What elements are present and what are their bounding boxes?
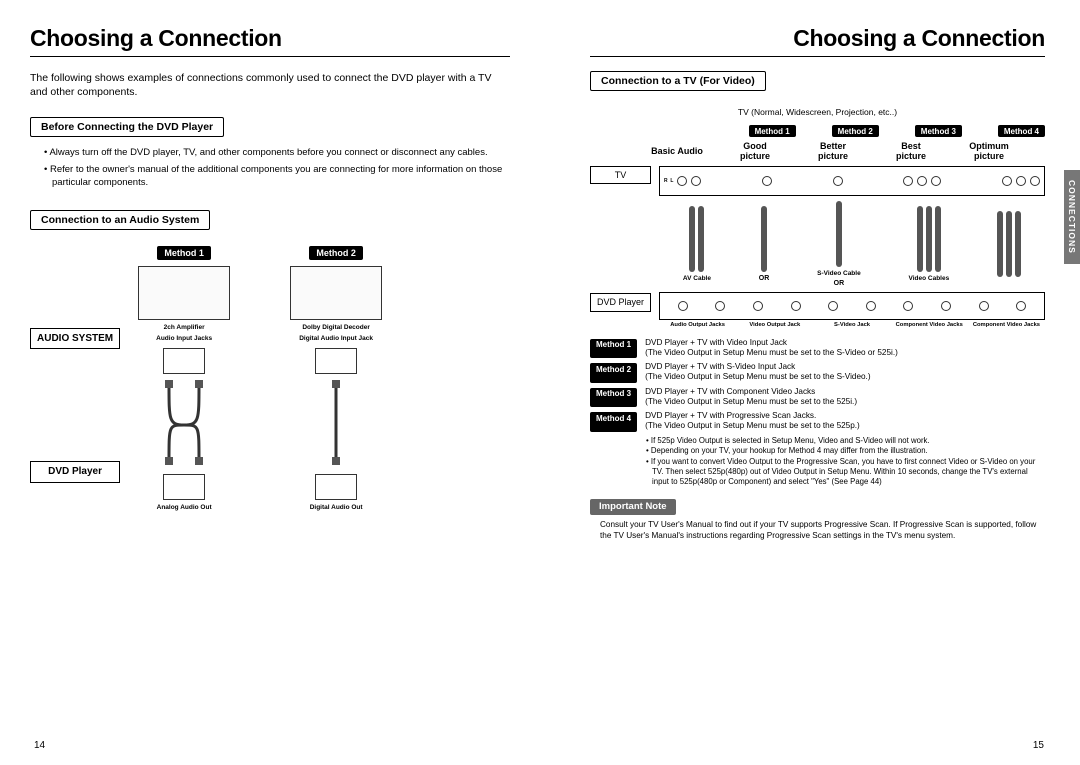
label-dvd-player-text: DVD Player bbox=[48, 466, 102, 477]
mdesc-tag-1: Method 1 bbox=[590, 339, 637, 359]
label-or-2: OR bbox=[834, 280, 845, 287]
jack-label-video: Video Output Jack bbox=[736, 322, 813, 328]
video-side-labels: TV DVD Player bbox=[590, 166, 651, 328]
audio-input-jack-box bbox=[163, 348, 205, 374]
caption-analog-out: Analog Audio Out bbox=[157, 504, 212, 511]
digital-input-jack-box bbox=[315, 348, 357, 374]
before-bullets: Always turn off the DVD player, TV, and … bbox=[44, 147, 510, 189]
quality-row: Basic Audio Goodpicture Betterpicture Be… bbox=[638, 141, 1045, 162]
section-tab-connections: CONNECTIONS bbox=[1064, 170, 1080, 264]
divider bbox=[590, 56, 1045, 57]
intro-text: The following shows examples of connecti… bbox=[30, 71, 510, 99]
jack-labels-row: Audio Output Jacks Video Output Jack S-V… bbox=[659, 322, 1045, 328]
digital-cable-illustration bbox=[296, 378, 376, 468]
label-svideo-cable: S-Video Cable bbox=[817, 270, 861, 277]
page-number-14: 14 bbox=[34, 740, 45, 751]
mdesc-tag-2: Method 2 bbox=[590, 363, 637, 383]
mdesc-tag-4: Method 4 bbox=[590, 412, 637, 432]
col-basic-audio: Basic Audio bbox=[638, 141, 716, 162]
method-tags-row: Method 1 Method 2 Method 3 Method 4 bbox=[710, 125, 1045, 137]
label-video-cables: Video Cables bbox=[909, 275, 950, 282]
video-diagram: TV DVD Player R L AV Cable OR S-Vid bbox=[590, 166, 1045, 328]
label-audio-system: AUDIO SYSTEM bbox=[30, 328, 120, 350]
label-dvd-text: DVD Player bbox=[597, 297, 644, 307]
col-optimum: Optimumpicture bbox=[950, 141, 1028, 162]
method-desc-3: Method 3 DVD Player + TV with Component … bbox=[590, 387, 1045, 408]
divider bbox=[30, 56, 510, 57]
analog-out-jack-box bbox=[163, 474, 205, 500]
heading-audio-system: Connection to an Audio System bbox=[30, 210, 210, 230]
heading-before-connecting: Before Connecting the DVD Player bbox=[30, 117, 224, 137]
video-diagram-main: R L AV Cable OR S-Video Cable OR Video Ca… bbox=[659, 166, 1045, 328]
label-or-1: OR bbox=[759, 275, 770, 282]
audio-col-1: Method 1 2ch Amplifier Audio Input Jacks bbox=[138, 246, 230, 511]
label-av-cable: AV Cable bbox=[683, 275, 711, 282]
jack-label-component-2: Component Video Jacks bbox=[968, 322, 1045, 328]
note-1: If 525p Video Output is selected in Setu… bbox=[646, 436, 1045, 446]
caption-2ch: 2ch Amplifier bbox=[164, 324, 205, 331]
dvd-ports-box bbox=[659, 292, 1045, 320]
note-3: If you want to convert Video Output to t… bbox=[646, 457, 1045, 486]
method-2-tag: Method 2 bbox=[309, 246, 363, 260]
method-desc-4: Method 4 DVD Player + TV with Progressiv… bbox=[590, 411, 1045, 432]
amplifier-illustration bbox=[138, 266, 230, 320]
caption-audio-in: Audio Input Jacks bbox=[156, 335, 212, 342]
cables-area: AV Cable OR S-Video Cable OR Video Cables bbox=[659, 196, 1045, 292]
audio-col-2: Method 2 Dolby Digital Decoder Digital A… bbox=[290, 246, 382, 511]
label-dvd: DVD Player bbox=[590, 293, 651, 311]
analog-cable-illustration bbox=[144, 378, 224, 468]
heading-video-connection: Connection to a TV (For Video) bbox=[590, 71, 766, 91]
col-good: Goodpicture bbox=[716, 141, 794, 162]
audio-diagram: AUDIO SYSTEM DVD Player Method 1 2ch Amp… bbox=[30, 246, 510, 511]
mdesc-tag-3: Method 3 bbox=[590, 388, 637, 408]
caption-digital-in: Digital Audio Input Jack bbox=[299, 335, 373, 342]
page-title-right: Choosing a Connection bbox=[590, 25, 1045, 52]
col-better: Betterpicture bbox=[794, 141, 872, 162]
page-14: Choosing a Connection The following show… bbox=[0, 0, 540, 765]
method-tag-2: Method 2 bbox=[832, 125, 879, 137]
method-desc-2: Method 2 DVD Player + TV with S-Video In… bbox=[590, 362, 1045, 383]
jack-label-svideo: S-Video Jack bbox=[813, 322, 890, 328]
digital-out-jack-box bbox=[315, 474, 357, 500]
note-2: Depending on your TV, your hookup for Me… bbox=[646, 446, 1045, 456]
important-note-text: Consult your TV User's Manual to find ou… bbox=[600, 520, 1045, 541]
extra-notes: If 525p Video Output is selected in Setu… bbox=[646, 436, 1045, 487]
audio-columns: Method 1 2ch Amplifier Audio Input Jacks bbox=[138, 246, 510, 511]
caption-digital-out: Digital Audio Out bbox=[310, 504, 363, 511]
method-tag-4: Method 4 bbox=[998, 125, 1045, 137]
page-title-left: Choosing a Connection bbox=[30, 25, 510, 52]
caption-dolby: Dolby Digital Decoder bbox=[302, 324, 370, 331]
label-dvd-player: DVD Player bbox=[30, 461, 120, 483]
method-1-tag: Method 1 bbox=[157, 246, 211, 260]
bullet-1: Always turn off the DVD player, TV, and … bbox=[44, 147, 510, 160]
method-desc-1: Method 1 DVD Player + TV with Video Inpu… bbox=[590, 338, 1045, 359]
page-number-15: 15 bbox=[1033, 740, 1044, 751]
jack-label-audio: Audio Output Jacks bbox=[659, 322, 736, 328]
decoder-illustration bbox=[290, 266, 382, 320]
bullet-2: Refer to the owner's manual of the addit… bbox=[44, 164, 510, 190]
label-audio-system-text: AUDIO SYSTEM bbox=[37, 333, 113, 344]
col-best: Bestpicture bbox=[872, 141, 950, 162]
method-tag-3: Method 3 bbox=[915, 125, 962, 137]
page-15: CONNECTIONS Choosing a Connection Connec… bbox=[540, 0, 1080, 765]
jack-label-component-1: Component Video Jacks bbox=[891, 322, 968, 328]
label-tv: TV bbox=[590, 166, 651, 184]
tv-ports-box: R L bbox=[659, 166, 1045, 196]
tv-type-caption: TV (Normal, Widescreen, Projection, etc.… bbox=[590, 107, 1045, 117]
method-tag-1: Method 1 bbox=[749, 125, 796, 137]
side-labels: AUDIO SYSTEM DVD Player bbox=[30, 246, 120, 511]
important-note-label: Important Note bbox=[590, 499, 676, 515]
